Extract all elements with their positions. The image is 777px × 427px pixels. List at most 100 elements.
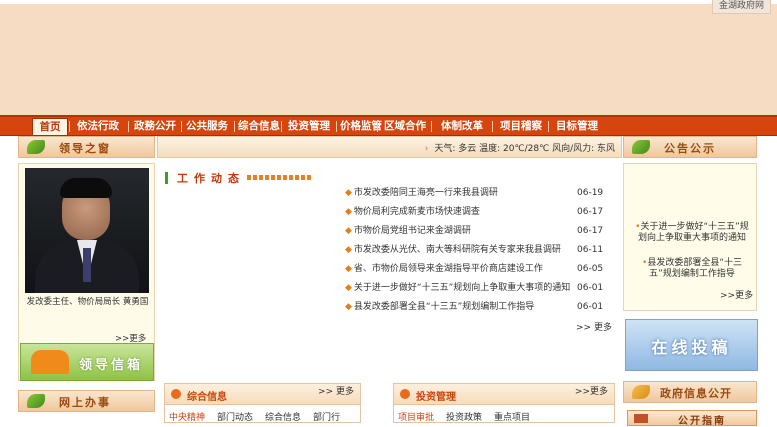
notice-item-text[interactable]: 关于进一步做好“十三五”规划向上争取重大事项的通知	[638, 222, 749, 243]
news-title: 工作动态	[177, 172, 245, 185]
news-item-date: 06-01	[577, 302, 604, 312]
arrow-icon: ›	[424, 144, 429, 154]
news-header-bar	[165, 172, 168, 184]
tab-approval[interactable]: 项目审批	[398, 413, 434, 423]
leaders-title: 领导之窗	[59, 142, 111, 155]
online-submit-title: 在线投稿	[651, 338, 732, 357]
weather-text: › 天气: 多云 温度: 20℃/28℃ 风向/风力: 东风	[425, 141, 615, 154]
nav-divider	[128, 121, 129, 132]
leader-photo[interactable]	[25, 168, 149, 293]
tab-dept-news[interactable]: 部门动态	[217, 413, 253, 423]
nav-item-law[interactable]: 依法行政	[72, 117, 124, 135]
news-header-dots	[247, 175, 313, 180]
news-item-date: 06-11	[577, 245, 604, 255]
nav-divider	[377, 121, 378, 132]
online-service-title[interactable]: 网上办事	[59, 394, 111, 410]
open-guide-button[interactable]: 公开指南	[627, 410, 757, 427]
site-banner: 金湖政府网	[0, 0, 777, 115]
news-item-title[interactable]: 市物价局党组书记来金湖调研	[354, 226, 471, 236]
top-site-link[interactable]: 金湖政府网	[711, 0, 771, 14]
online-submit-banner[interactable]: 在线投稿	[625, 319, 758, 371]
nav-divider	[336, 121, 337, 132]
tab-dept[interactable]: 部门行	[313, 413, 340, 423]
mailbox-icon	[31, 350, 69, 374]
news-item-date: 06-01	[577, 283, 604, 293]
nav-item-home[interactable]: 首页	[32, 118, 68, 136]
news-item-date: 06-19	[577, 188, 604, 198]
news-item-date: 06-17	[577, 226, 604, 236]
tab-general[interactable]: 综合信息	[265, 413, 301, 423]
gov-info-icon	[632, 385, 650, 399]
general-info-box: 综合信息 >> 更多 中央精神 部门动态 综合信息 部门行	[164, 383, 361, 423]
news-more-link[interactable]: >> 更多	[576, 320, 612, 333]
leaf-icon	[27, 394, 45, 408]
tab-key-projects[interactable]: 重点项目	[494, 413, 530, 423]
news-item-date: 06-05	[577, 264, 604, 274]
investment-box: 投资管理 >>更多 项目审批 投资政策 重点项目	[393, 383, 615, 423]
nav-item-investment[interactable]: 投资管理	[286, 117, 332, 135]
weather-value: 天气: 多云 温度: 20℃/28℃ 风向/风力: 东风	[434, 144, 615, 154]
news-item[interactable]: ◆ 县发改委部署全县“十三五”规划编制工作指导 06-01	[345, 298, 615, 317]
online-service-header: 网上办事	[18, 390, 155, 412]
nav-item-regional[interactable]: 区域合作	[382, 117, 428, 135]
tab-central[interactable]: 中央精神	[169, 413, 205, 423]
nav-item-reform[interactable]: 体制改革	[436, 117, 488, 135]
bullet-icon: ◆	[345, 207, 352, 217]
bullet-icon: ◆	[345, 245, 352, 255]
news-item[interactable]: ◆ 物价局利完成新麦市场快速调查 06-17	[345, 203, 615, 222]
general-info-more[interactable]: >> 更多	[318, 387, 354, 397]
news-item[interactable]: ◆ 省、市物价局领导来金湖指导平价商店建设工作 06-05	[345, 260, 615, 279]
news-item[interactable]: ◆ 关于进一步做好“十三五”规划向上争取重大事项的通知 06-01	[345, 279, 615, 298]
leaf-icon	[632, 140, 650, 154]
investment-title[interactable]: 投资管理	[416, 388, 456, 403]
notice-more-link[interactable]: >>更多	[720, 288, 753, 301]
nav-item-inspection[interactable]: 项目稽察	[498, 117, 544, 135]
leader-caption[interactable]: 发改委主任、物价局局长 黄勇国	[23, 297, 152, 308]
open-guide-label: 公开指南	[678, 416, 726, 427]
photo-hair	[60, 178, 112, 198]
investment-more[interactable]: >>更多	[575, 387, 608, 397]
nav-item-target[interactable]: 目标管理	[554, 117, 600, 135]
nav-divider	[69, 121, 70, 132]
nav-item-public-affairs[interactable]: 政務公开	[132, 117, 178, 135]
nav-divider	[281, 121, 282, 132]
general-info-title[interactable]: 综合信息	[187, 388, 227, 403]
news-item-title[interactable]: 关于进一步做好“十三五”规划向上争取重大事项的通知	[354, 283, 570, 293]
banner-top-strip	[0, 0, 777, 4]
investment-tabs: 项目审批 投资政策 重点项目	[398, 410, 610, 423]
notice-item[interactable]: •县发改委部署全县“十三五”规划编制工作指导	[632, 258, 752, 280]
arrow-circle-icon	[171, 389, 181, 399]
bullet-icon: ◆	[345, 226, 352, 236]
nav-item-price[interactable]: 价格监管	[340, 117, 382, 135]
notice-title: 公告公示	[664, 142, 716, 155]
general-info-tabs: 中央精神 部门动态 综合信息 部门行	[169, 410, 356, 423]
nav-divider	[181, 121, 182, 132]
nav-divider	[234, 121, 235, 132]
bullet-icon: ◆	[345, 283, 352, 293]
news-item[interactable]: ◆ 市物价局党组书记来金湖调研 06-17	[345, 222, 615, 241]
photo-tie	[83, 248, 91, 282]
news-item[interactable]: ◆ 市发改委从光伏、南大等科研院有关专家来我县调研 06-11	[345, 241, 615, 260]
bullet-icon: ◆	[345, 302, 352, 312]
notice-item-text[interactable]: 县发改委部署全县“十三五”规划编制工作指导	[647, 258, 742, 279]
news-item[interactable]: ◆ 市发改委陪同王海亮一行来我县调研 06-19	[345, 184, 615, 203]
nav-divider	[431, 121, 432, 132]
weather-bar: › 天气: 多云 温度: 20℃/28℃ 风向/风力: 东风	[157, 136, 622, 158]
gov-info-title[interactable]: 政府信息公开	[660, 385, 732, 401]
news-item-title[interactable]: 市发改委陪同王海亮一行来我县调研	[354, 188, 498, 198]
mail-icon	[634, 414, 648, 423]
general-info-header: 综合信息 >> 更多	[165, 384, 360, 405]
news-item-title[interactable]: 物价局利完成新麦市场快速调查	[354, 207, 480, 217]
nav-divider	[548, 121, 549, 132]
notice-item[interactable]: •关于进一步做好“十三五”规划向上争取重大事项的通知	[632, 222, 752, 244]
tab-policy[interactable]: 投资政策	[446, 413, 482, 423]
nav-item-public-service[interactable]: 公共服务	[184, 117, 230, 135]
news-item-title[interactable]: 省、市物价局领导来金湖指导平价商店建设工作	[354, 264, 543, 274]
news-item-title[interactable]: 市发改委从光伏、南大等科研院有关专家来我县调研	[354, 245, 561, 255]
leader-mailbox-banner[interactable]: 领导信箱	[20, 343, 154, 381]
nav-item-general-info[interactable]: 综合信息	[238, 117, 280, 135]
notice-header: 公告公示	[623, 136, 757, 158]
gov-info-header: 政府信息公开	[623, 381, 757, 403]
arrow-circle-icon	[400, 389, 410, 399]
news-item-title[interactable]: 县发改委部署全县“十三五”规划编制工作指导	[354, 302, 534, 312]
